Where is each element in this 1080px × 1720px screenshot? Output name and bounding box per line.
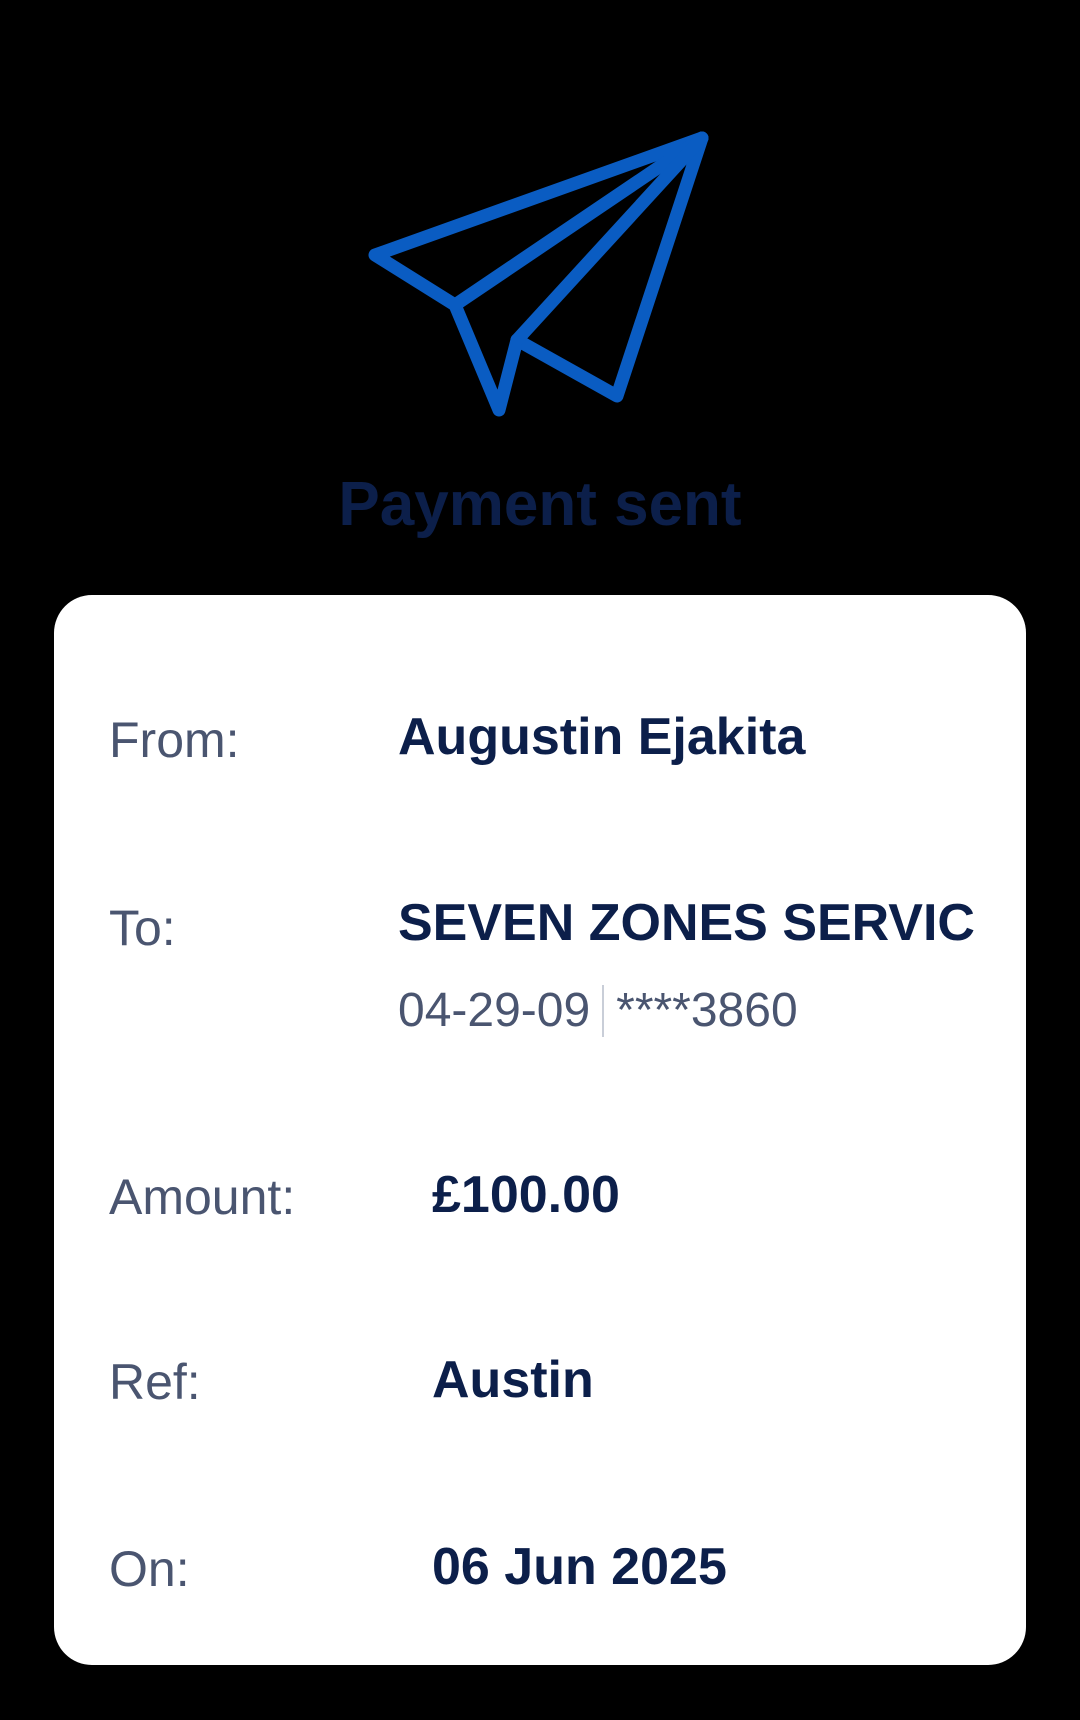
ref-label: Ref: (109, 1354, 201, 1410)
paper-plane-icon (367, 130, 719, 425)
date-value: 06 Jun 2025 (432, 1538, 727, 1596)
amount-label: Amount: (109, 1169, 296, 1225)
payment-details-card: From: Augustin Ejakita To: SEVEN ZONES S… (54, 595, 1026, 1665)
amount-value: £100.00 (432, 1166, 620, 1224)
sort-code: 04-29-09 (398, 984, 591, 1037)
from-value: Augustin Ejakita (398, 708, 806, 766)
divider (602, 985, 605, 1037)
page-title: Payment sent (338, 470, 742, 539)
account-number: ****3860 (616, 984, 798, 1037)
ref-value: Austin (432, 1351, 594, 1409)
account-details: 04-29-09 ****3860 (398, 983, 798, 1039)
date-label: On: (109, 1541, 190, 1597)
to-label: To: (109, 900, 176, 956)
from-label: From: (109, 712, 240, 768)
to-value: SEVEN ZONES SERVIC (398, 894, 975, 952)
